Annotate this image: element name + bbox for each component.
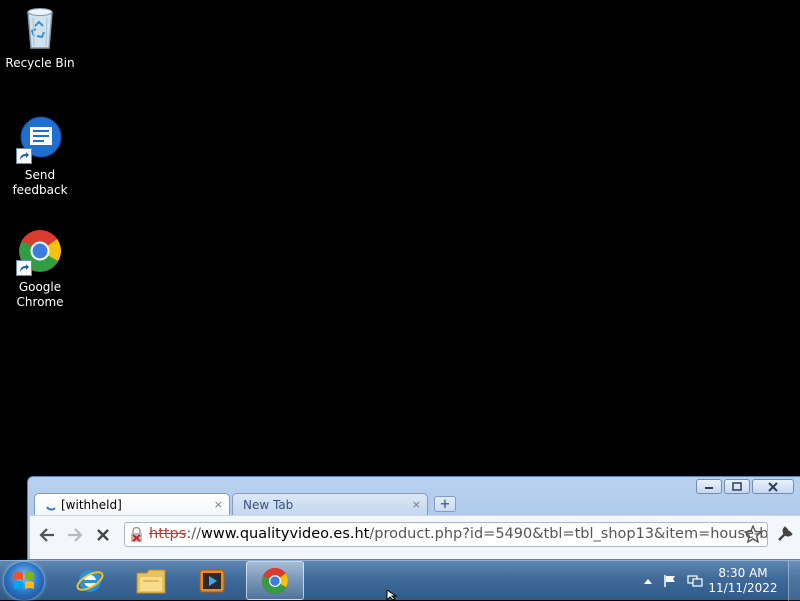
chrome-icon — [261, 567, 289, 594]
chrome-icon — [16, 228, 64, 276]
url-host: www.qualityvideo.es.ht — [200, 526, 370, 542]
tab-new-tab[interactable]: New Tab × — [232, 493, 428, 515]
forward-button[interactable] — [64, 524, 86, 546]
shortcut-arrow-icon — [16, 260, 32, 276]
url-separator: :// — [186, 526, 201, 542]
show-hidden-icons-icon[interactable] — [643, 577, 653, 585]
ie-icon — [76, 569, 104, 592]
shortcut-arrow-icon — [16, 148, 32, 164]
broken-ssl-icon — [131, 527, 142, 542]
stop-x-icon — [97, 529, 109, 541]
system-tray: 8:30 AM 11/11/2022 — [638, 561, 800, 601]
tab-title: [withheld] — [61, 497, 122, 512]
back-arrow-icon — [39, 528, 54, 542]
desktop-icon-recycle-bin[interactable]: Recycle Bin — [0, 4, 80, 71]
taskbar-windows-explorer[interactable] — [123, 561, 179, 600]
url-path: /product.php?id=5490&tbl=tbl_shop13&item… — [369, 526, 768, 542]
desktop-icon-label: Recycle Bin — [5, 56, 75, 70]
chrome-window[interactable]: [withheld] × New Tab × + https://www.qua… — [27, 476, 800, 560]
windows-logo-icon — [14, 572, 34, 589]
taskbar-media-player[interactable] — [184, 561, 240, 600]
taskbar-internet-explorer[interactable] — [62, 561, 118, 600]
minimize-button[interactable] — [696, 479, 722, 494]
desktop-icon-label: Google — [18, 280, 62, 294]
url-scheme: https — [149, 526, 187, 542]
network-icon[interactable] — [687, 574, 703, 588]
wrench-menu-icon[interactable] — [776, 525, 794, 547]
desktop-icon-label: Chrome — [16, 295, 64, 309]
tab-active[interactable]: [withheld] × — [34, 493, 230, 515]
clock-date: 11/11/2022 — [708, 581, 778, 595]
mouse-cursor-icon — [386, 590, 398, 600]
clock[interactable]: 8:30 AM 11/11/2022 — [708, 566, 778, 596]
window-controls — [696, 479, 794, 494]
stop-button[interactable] — [92, 524, 114, 546]
desktop-icon-label: feedback — [12, 183, 68, 197]
tab-title: New Tab — [243, 497, 294, 512]
tab-close-icon[interactable]: × — [214, 498, 223, 511]
new-tab-button[interactable]: + — [434, 496, 456, 512]
address-bar[interactable]: https://www.qualityvideo.es.ht/product.p… — [124, 522, 768, 547]
clock-time: 8:30 AM — [718, 566, 768, 580]
show-desktop-button[interactable] — [788, 561, 800, 601]
back-button[interactable] — [36, 524, 58, 546]
tab-close-icon[interactable]: × — [412, 498, 421, 511]
taskbar: 8:30 AM 11/11/2022 — [0, 560, 800, 601]
maximize-button[interactable] — [724, 479, 750, 494]
desktop-icon-label: Send — [24, 168, 56, 182]
taskbar-google-chrome[interactable] — [246, 561, 304, 600]
feedback-icon — [16, 116, 64, 164]
media-player-icon — [199, 569, 225, 592]
browser-toolbar: https://www.qualityvideo.es.ht/product.p… — [30, 515, 800, 559]
forward-arrow-icon — [68, 528, 83, 542]
tab-strip: [withheld] × New Tab × + — [34, 493, 456, 515]
bookmark-star-icon[interactable] — [743, 524, 763, 547]
start-button[interactable] — [4, 562, 44, 600]
desktop-icon-google-chrome[interactable]: Google Chrome — [0, 228, 80, 310]
loading-spinner-icon — [46, 505, 56, 511]
recycle-bin-icon — [16, 4, 64, 52]
folder-icon — [136, 569, 166, 593]
desktop-icon-send-feedback[interactable]: Send feedback — [0, 116, 80, 198]
close-window-button[interactable] — [752, 479, 794, 494]
action-center-flag-icon[interactable] — [663, 574, 677, 588]
